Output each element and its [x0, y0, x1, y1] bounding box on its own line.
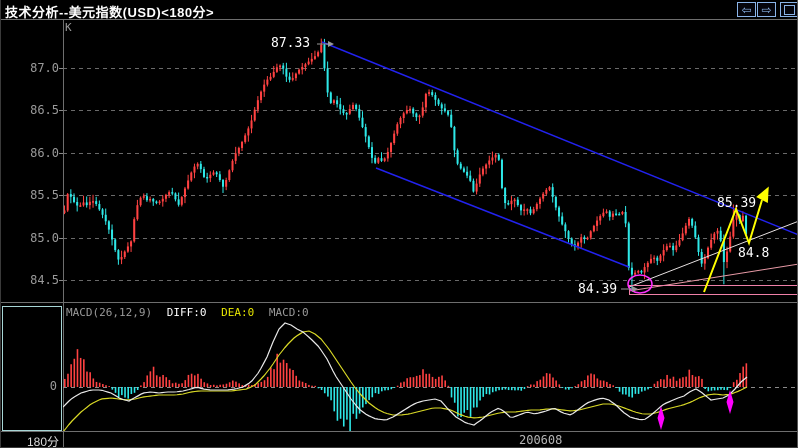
kline-plot-canvas[interactable]: [63, 20, 797, 303]
back-button[interactable]: ⇦: [737, 2, 756, 17]
annotation-trough-price: 84.39: [578, 282, 618, 297]
macd-plot-canvas[interactable]: [63, 303, 797, 432]
maximize-icon: [784, 4, 795, 15]
bottombar-cell-divider: [63, 432, 64, 447]
y-axis-tick-86.5: 86.5: [30, 103, 59, 117]
y-axis-tick-86.0: 86.0: [30, 146, 59, 160]
status-bar: 180分 200608: [1, 432, 797, 447]
arrow-left-icon: ⇦: [741, 2, 752, 17]
maximize-button[interactable]: [780, 2, 797, 17]
y-axis-tick-85.0: 85.0: [30, 231, 59, 245]
forward-button[interactable]: ⇨: [757, 2, 776, 17]
annotation-peak-price: 87.33: [271, 36, 311, 51]
arrow-right-icon: ⇨: [761, 2, 772, 17]
indicator-selector-box[interactable]: [2, 306, 62, 431]
annotation-swing-high: 85.39: [717, 196, 757, 211]
y-axis-tick-87.0: 87.0: [30, 61, 59, 75]
y-axis-tick-84.5: 84.5: [30, 273, 59, 287]
annotation-swing-low: 84.8: [738, 246, 770, 261]
technical-analysis-window: 技术分析--美元指数(USD)<180分> ⇦ ⇨ K 87.0 86.5 86…: [0, 0, 798, 448]
title-bar: 技术分析--美元指数(USD)<180分> ⇦ ⇨: [1, 0, 797, 20]
y-axis-tick-85.5: 85.5: [30, 188, 59, 202]
period-label[interactable]: 180分: [1, 433, 59, 447]
macd-zero-label: 0: [49, 379, 57, 393]
x-axis-date-label: 200608: [519, 433, 563, 447]
